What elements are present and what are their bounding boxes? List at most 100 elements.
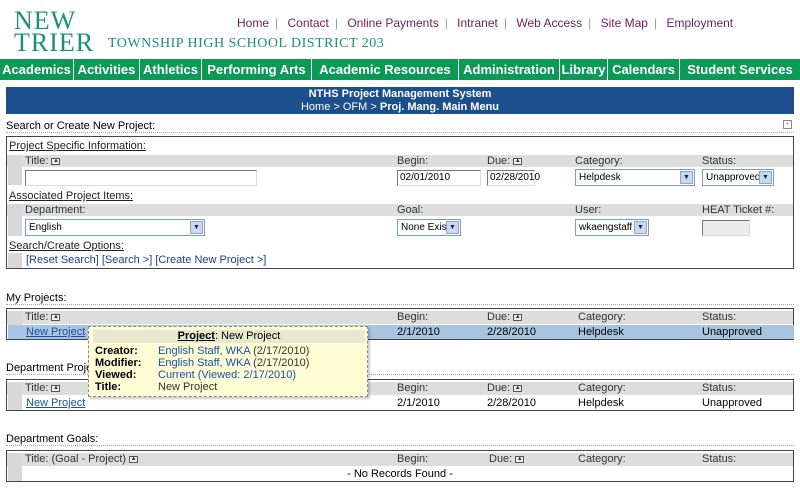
nav-performing-arts[interactable]: Performing Arts xyxy=(202,59,312,80)
col-begin: Begin: xyxy=(397,155,429,167)
nav-academics[interactable]: Academics xyxy=(0,59,74,80)
begin-date-input[interactable]: 02/01/2010 xyxy=(397,170,481,186)
col-title[interactable]: Title: (Goal - Project) ▲ xyxy=(25,453,139,465)
divider xyxy=(6,445,794,446)
dept-goals-title: Department Goals: xyxy=(6,433,99,445)
project-status: Unapproved xyxy=(702,326,762,338)
top-link-intranet[interactable]: Intranet xyxy=(457,16,498,30)
collapse-icon[interactable]: - xyxy=(783,120,792,129)
search-options-label[interactable]: Search/Create Options: xyxy=(9,240,124,252)
chevron-down-icon: ▼ xyxy=(680,171,693,184)
goal-select[interactable]: None Exist ▼ xyxy=(397,219,461,236)
top-link-employment[interactable]: Employment xyxy=(666,16,733,30)
sort-icon[interactable]: ▲ xyxy=(51,313,61,321)
col-heat-ticket: HEAT Ticket #: xyxy=(702,204,775,216)
search-actions: [Reset Search] [Search >] [Create New Pr… xyxy=(26,254,266,266)
tooltip-viewed-label: Viewed: xyxy=(95,369,137,381)
sort-icon[interactable]: ▲ xyxy=(513,384,523,392)
col-due[interactable]: Due: ▲ xyxy=(487,311,523,323)
col-status: Status: xyxy=(702,311,737,323)
sort-icon[interactable]: ▲ xyxy=(513,157,523,165)
col-begin: Begin: xyxy=(397,453,429,465)
sort-icon[interactable]: ▲ xyxy=(51,384,61,392)
col-title[interactable]: Title: ▲ xyxy=(25,382,61,394)
dept-goals-table: Title: (Goal - Project) ▲ Begin: Due: ▲ Ca… xyxy=(6,450,794,482)
heat-ticket-input[interactable] xyxy=(702,220,750,236)
status-select[interactable]: Unapproved ▼ xyxy=(702,169,774,186)
col-goal: Goal: xyxy=(397,204,424,216)
divider xyxy=(6,132,794,133)
nav-academic-resources[interactable]: Academic Resources xyxy=(312,59,459,80)
col-status: Status: xyxy=(702,155,737,167)
col-user: User: xyxy=(575,204,602,216)
chevron-down-icon: ▼ xyxy=(759,171,772,184)
tooltip-title-value: New Project xyxy=(158,381,218,393)
tooltip-modifier-label: Modifier: xyxy=(95,357,142,369)
project-due: 2/28/2010 xyxy=(487,397,536,409)
my-projects-title: My Projects: xyxy=(6,292,67,304)
top-link-online-payments[interactable]: Online Payments xyxy=(347,16,438,30)
nav-calendars[interactable]: Calendars xyxy=(608,59,680,80)
col-title[interactable]: Title: ▲ xyxy=(25,311,61,323)
col-category: Category: xyxy=(575,155,623,167)
tooltip-viewed-value: Current (Viewed: 2/17/2010) xyxy=(158,369,296,381)
chevron-down-icon: ▼ xyxy=(446,221,459,234)
main-nav: Academics Activities Athletics Performin… xyxy=(0,59,800,80)
divider xyxy=(6,304,794,305)
col-due[interactable]: Due: ▲ xyxy=(489,453,525,465)
project-status: Unapproved xyxy=(702,397,762,409)
nav-student-services[interactable]: Student Services xyxy=(680,59,800,80)
reset-search-link[interactable]: [Reset Search] xyxy=(26,254,99,266)
logo-line-trier: TRIER xyxy=(14,28,95,57)
project-title-link[interactable]: New Project xyxy=(26,397,85,409)
logo-subtitle: TOWNSHIP HIGH SCHOOL DISTRICT 203 xyxy=(108,36,385,51)
col-due[interactable]: Due: ▲ xyxy=(487,382,523,394)
dept-projects-title: Department Proje xyxy=(6,362,93,374)
col-category: Category: xyxy=(578,453,626,465)
user-select[interactable]: wkaengstaff ▼ xyxy=(575,219,649,236)
col-status: Status: xyxy=(702,453,737,465)
project-due: 2/28/2010 xyxy=(487,326,536,338)
project-info-label[interactable]: Project Specific Information: xyxy=(9,140,146,152)
col-status: Status: xyxy=(702,382,737,394)
tooltip-modifier-value: English Staff, WKA (2/17/2010) xyxy=(158,357,310,369)
create-new-project-link[interactable]: [Create New Project >] xyxy=(155,254,266,266)
col-category: Category: xyxy=(578,311,626,323)
tooltip-title: Project: New Project xyxy=(93,330,365,343)
tooltip-creator-label: Creator: xyxy=(95,345,138,357)
due-date-input[interactable]: 02/28/2010 xyxy=(487,170,540,186)
top-link-contact[interactable]: Contact xyxy=(287,16,328,30)
search-form: Project Specific Information: Title: ▲ Be… xyxy=(6,136,794,269)
title-input[interactable] xyxy=(25,170,257,186)
project-category: Helpdesk xyxy=(578,397,624,409)
sort-icon[interactable]: ▲ xyxy=(51,157,61,165)
department-select[interactable]: English ▼ xyxy=(25,219,205,236)
top-link-site-map[interactable]: Site Map xyxy=(601,16,648,30)
top-link-home[interactable]: Home xyxy=(237,16,269,30)
col-due[interactable]: Due: ▲ xyxy=(487,155,523,167)
project-title-link[interactable]: New Project xyxy=(26,326,85,338)
tooltip-creator-value: English Staff, WKA (2/17/2010) xyxy=(158,345,310,357)
category-select[interactable]: Helpdesk ▼ xyxy=(575,169,695,186)
district-logo[interactable]: NEW TRIER TOWNSHIP HIGH SCHOOL DISTRICT … xyxy=(14,8,384,57)
top-link-web-access[interactable]: Web Access xyxy=(516,16,582,30)
breadcrumb-ofm[interactable]: OFM xyxy=(343,101,367,113)
empty-message: - No Records Found - xyxy=(347,468,453,480)
search-link[interactable]: [Search >] xyxy=(102,254,152,266)
nav-library[interactable]: Library xyxy=(560,59,608,80)
col-department: Department: xyxy=(25,204,86,216)
breadcrumb-home[interactable]: Home xyxy=(301,101,330,113)
project-tooltip: Project: New Project Creator: English St… xyxy=(88,326,368,397)
sort-icon[interactable]: ▲ xyxy=(513,313,523,321)
project-begin: 2/1/2010 xyxy=(397,397,440,409)
sort-icon[interactable]: ▲ xyxy=(515,455,525,463)
col-title[interactable]: Title: ▲ xyxy=(25,155,61,167)
sort-icon[interactable]: ▲ xyxy=(129,455,139,463)
assoc-items-label[interactable]: Associated Project Items: xyxy=(9,190,133,202)
breadcrumb: Home > OFM > Proj. Mang. Main Menu xyxy=(300,101,500,113)
nav-activities[interactable]: Activities xyxy=(74,59,140,80)
breadcrumb-current: Proj. Mang. Main Menu xyxy=(379,101,500,113)
nav-administration[interactable]: Administration xyxy=(459,59,560,80)
page-title-bar: NTHS Project Management System Home > OF… xyxy=(6,87,794,114)
nav-athletics[interactable]: Athletics xyxy=(140,59,202,80)
